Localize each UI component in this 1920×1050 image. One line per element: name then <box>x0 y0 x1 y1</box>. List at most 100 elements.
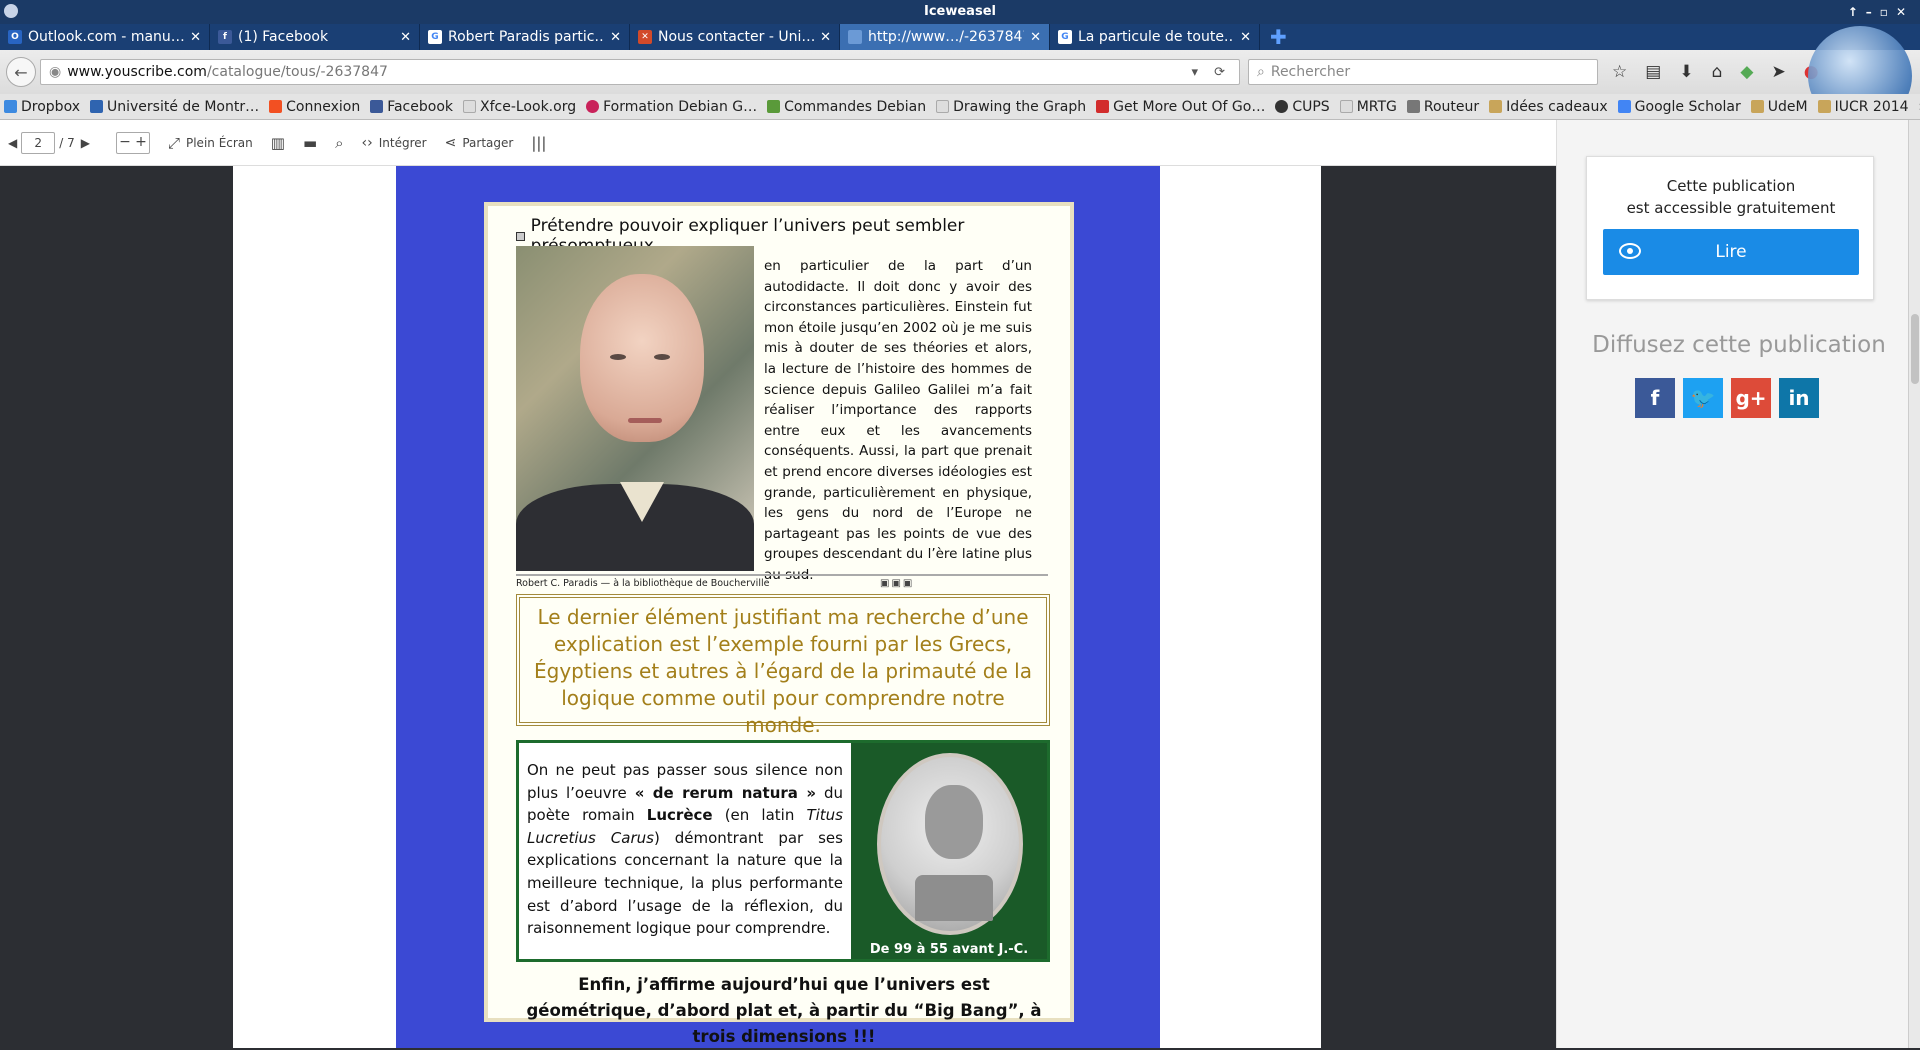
embed-button[interactable]: ‹› Intégrer <box>362 135 427 151</box>
linkedin-icon: in <box>1788 386 1810 410</box>
decorative-squares-icon: ▣▣▣ <box>880 578 915 589</box>
bookmark-star-icon[interactable]: ☆ <box>1612 62 1627 82</box>
facebook-icon: f <box>218 30 232 44</box>
page-scrollbar[interactable] <box>1908 120 1920 1048</box>
bookmarks-toolbar: Dropbox Université de Montr… Connexion F… <box>0 94 1920 120</box>
home-icon[interactable]: ⌂ <box>1712 62 1723 82</box>
access-card: Cette publication est accessible gratuite… <box>1586 156 1874 300</box>
bookmark-item[interactable]: Drawing the Graph <box>936 99 1086 115</box>
download-icon[interactable]: ⬇ <box>1679 62 1693 82</box>
author-head-shape <box>580 274 704 442</box>
tab-contact[interactable]: ✕ Nous contacter - Uni… ✕ <box>630 24 840 50</box>
share-button[interactable]: ⋖ Partager <box>445 135 514 151</box>
next-page-icon[interactable]: ▶ <box>81 136 90 150</box>
document-viewer[interactable]: Prétendre pouvoir expliquer l’univers pe… <box>0 166 1556 1048</box>
google-scholar-icon <box>1617 100 1631 113</box>
window-controls[interactable]: ↑–▫✕ <box>1848 0 1914 24</box>
bookmark-item[interactable]: Commandes Debian <box>767 99 926 115</box>
bookmark-item[interactable]: MRTG <box>1339 99 1397 115</box>
search-document-button[interactable]: ⌕ <box>335 134 343 152</box>
page-icon <box>463 100 476 113</box>
close-tab-icon[interactable]: ✕ <box>190 30 201 45</box>
lucrece-section: On ne peut pas passer sous silence non p… <box>516 740 1050 962</box>
tab-youscribe[interactable]: http://www…/-2637847 ✕ <box>840 24 1050 50</box>
share-icon: ⋖ <box>444 134 457 151</box>
close-tab-icon[interactable]: ✕ <box>820 30 831 45</box>
address-bar[interactable]: ◉ www.youscribe.com/catalogue/tous/-2637… <box>40 59 1240 85</box>
dropbox-icon <box>4 100 17 113</box>
facebook-icon <box>370 100 384 113</box>
site-info-icon[interactable]: ◉ <box>49 64 61 80</box>
bookmark-item[interactable]: Get More Out Of Go… <box>1096 99 1265 115</box>
zoom-in-button[interactable]: + <box>133 133 149 153</box>
fullscreen-button[interactable]: ⤢ Plein Écran <box>168 134 253 152</box>
columns-icon: ||| <box>531 133 547 152</box>
intro-paragraph: en particulier de la part d’un autodidac… <box>764 258 1032 583</box>
bookmark-item[interactable]: Routeur <box>1406 99 1479 115</box>
bullet-icon <box>516 231 525 241</box>
final-statement: Enfin, j’affirme aujourd’hui que l’unive… <box>526 975 1042 1046</box>
close-tab-icon[interactable]: ✕ <box>1240 30 1251 45</box>
scrollbar-thumb[interactable] <box>1911 314 1919 384</box>
cups-icon <box>1275 100 1289 113</box>
folder-icon <box>1750 100 1764 113</box>
addon-icon[interactable]: ◆ <box>1740 62 1753 82</box>
bust-base-shape <box>915 875 993 921</box>
send-icon[interactable]: ➤ <box>1771 62 1785 82</box>
bookmark-item[interactable]: Université de Montr… <box>90 99 259 115</box>
lucrece-bust-image <box>877 753 1023 935</box>
bookmark-item[interactable]: Google Scholar <box>1617 99 1741 115</box>
bookmark-item[interactable]: Formation Debian G… <box>586 99 757 115</box>
url-dropdown-reload-icons[interactable]: ▾ ⟳ <box>1191 65 1231 80</box>
close-tab-icon[interactable]: ✕ <box>1030 30 1041 45</box>
page-icon <box>848 30 862 44</box>
eye-icon <box>1619 243 1641 259</box>
tab-strip: O Outlook.com - manu… ✕ f (1) Facebook ✕ G Ro… <box>0 24 1920 50</box>
prev-page-icon[interactable]: ◀ <box>8 136 17 150</box>
window-titlebar: Iceweasel ↑–▫✕ <box>0 0 1920 24</box>
zoom-controls: − + <box>115 131 150 154</box>
author-eye-shape <box>610 354 626 360</box>
read-button[interactable]: Lire <box>1603 229 1859 275</box>
bookmark-folder[interactable]: UdeM <box>1750 99 1808 115</box>
window-menu-icon[interactable] <box>4 4 18 18</box>
debian-commands-icon <box>767 100 781 113</box>
divider <box>516 574 1048 576</box>
two-page-view-button[interactable]: ▥ <box>271 134 285 152</box>
search-icon: ⌕ <box>1257 64 1265 80</box>
udem-icon <box>90 100 103 113</box>
fullscreen-icon: ⤢ <box>167 133 180 152</box>
close-tab-icon[interactable]: ✕ <box>400 30 411 45</box>
outlook-icon: O <box>8 30 22 44</box>
navigation-bar: ← ◉ www.youscribe.com/catalogue/tous/-26… <box>0 50 1920 94</box>
bookmark-folder[interactable]: IUCR 2014 <box>1817 99 1909 115</box>
google-plus-share-button[interactable]: g+ <box>1731 378 1771 418</box>
linkedin-share-button[interactable]: in <box>1779 378 1819 418</box>
tab-outlook[interactable]: O Outlook.com - manu… ✕ <box>0 24 210 50</box>
close-tab-icon[interactable]: ✕ <box>610 30 621 45</box>
publication-sidebar: Cette publication est accessible gratuite… <box>1556 120 1920 1048</box>
tab-facebook[interactable]: f (1) Facebook ✕ <box>210 24 420 50</box>
bookmark-item[interactable]: Xfce-Look.org <box>463 99 576 115</box>
twitter-share-button[interactable]: 🐦 <box>1683 378 1723 418</box>
bookmark-item[interactable]: Facebook <box>370 99 453 115</box>
bookmarks-menu-icon[interactable]: ▤ <box>1645 62 1661 82</box>
columns-button[interactable]: ||| <box>531 134 546 152</box>
tab-particule[interactable]: G La particule de toute… ✕ <box>1050 24 1260 50</box>
single-page-view-button[interactable]: ▬ <box>303 134 317 152</box>
bookmark-item[interactable]: Dropbox <box>4 99 80 115</box>
page-number-input[interactable]: 2 <box>21 131 56 154</box>
bookmark-item[interactable]: CUPS <box>1275 99 1330 115</box>
url-path: /catalogue/tous/-2637847 <box>206 64 388 80</box>
facebook-share-button[interactable]: f <box>1635 378 1675 418</box>
access-message: Cette publication est accessible gratuite… <box>1626 177 1836 217</box>
tab-google-search[interactable]: G Robert Paradis partic… ✕ <box>420 24 630 50</box>
google-icon: G <box>1058 30 1072 44</box>
new-tab-button[interactable]: ✚ <box>1260 24 1297 50</box>
zoom-out-button[interactable]: − <box>117 133 133 153</box>
back-button[interactable]: ← <box>6 57 36 87</box>
bookmark-folder[interactable]: Idées cadeaux <box>1489 99 1608 115</box>
search-bar[interactable]: ⌕ Rechercher <box>1248 59 1598 85</box>
lucrece-dates: De 99 à 55 avant J.-C. <box>869 942 1029 957</box>
bookmark-item[interactable]: Connexion <box>269 99 360 115</box>
